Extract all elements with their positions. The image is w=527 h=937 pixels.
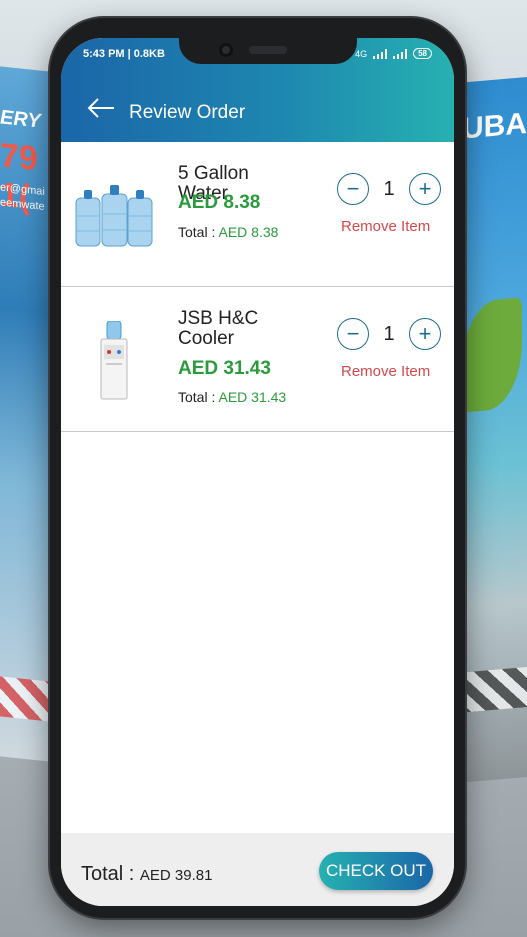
water-bottles-image[interactable] [73, 176, 155, 256]
order-total-value: AED 39.81 [139, 867, 213, 884]
leaf-graphic [462, 297, 522, 413]
order-item-list: 5 Gallon Water AED 8.38 Total : AED 8.38… [61, 142, 454, 432]
checkout-button[interactable]: CHECK OUT [319, 852, 433, 890]
order-item: 5 Gallon Water AED 8.38 Total : AED 8.38… [61, 142, 454, 287]
status-icons: 4G 58 [355, 48, 432, 59]
remove-item-button[interactable]: Remove Item [341, 363, 430, 380]
item-total-value: AED 8.38 [218, 224, 279, 240]
signal-type: 4G [355, 48, 368, 59]
order-total: Total : AED 39.81 [81, 863, 212, 886]
promo-right-stripe [457, 666, 527, 714]
promo-left-text-1: ERY [0, 106, 41, 133]
arrow-left-icon[interactable] [87, 98, 115, 118]
quantity-value: 1 [383, 322, 395, 345]
minus-icon[interactable]: − [337, 173, 369, 205]
phone-frame: 5:43 PM | 0.8KB 4G 58 Review Order 5 Gal… [50, 18, 465, 918]
quantity-value: 1 [383, 177, 395, 200]
background-promo-right: DUBA [440, 76, 527, 784]
water-cooler-image[interactable] [73, 321, 155, 401]
plus-icon[interactable]: + [409, 318, 441, 350]
order-footer: Total : AED 39.81 CHECK OUT [61, 833, 454, 906]
remove-item-button[interactable]: Remove Item [341, 218, 430, 235]
item-price: AED 31.43 [178, 358, 271, 379]
item-total-value: AED 31.43 [218, 389, 287, 405]
front-camera [219, 43, 233, 57]
page-title: Review Order [129, 102, 246, 123]
item-name: JSB H&C Cooler [178, 308, 259, 349]
order-item: JSB H&C Cooler AED 31.43 Total : AED 31.… [61, 287, 454, 432]
battery-icon: 58 [413, 48, 432, 59]
phone-screen: 5:43 PM | 0.8KB 4G 58 Review Order 5 Gal… [61, 38, 454, 906]
item-total-label: Total : [178, 389, 216, 405]
phone-notch [179, 38, 357, 64]
signal-icon [373, 48, 388, 59]
item-total: Total : AED 8.38 [178, 224, 278, 240]
status-time: 5:43 PM | 0.8KB [83, 48, 165, 60]
plus-icon[interactable]: + [409, 173, 441, 205]
item-price: AED 8.38 [178, 192, 261, 213]
item-total: Total : AED 31.43 [178, 389, 286, 405]
earpiece-speaker [249, 46, 287, 54]
item-total-label: Total : [178, 224, 216, 240]
quantity-stepper: − 1 + [337, 317, 441, 351]
signal-icon-2 [393, 48, 408, 59]
quantity-stepper: − 1 + [337, 172, 441, 206]
order-total-label: Total : [81, 863, 135, 885]
minus-icon[interactable]: − [337, 318, 369, 350]
